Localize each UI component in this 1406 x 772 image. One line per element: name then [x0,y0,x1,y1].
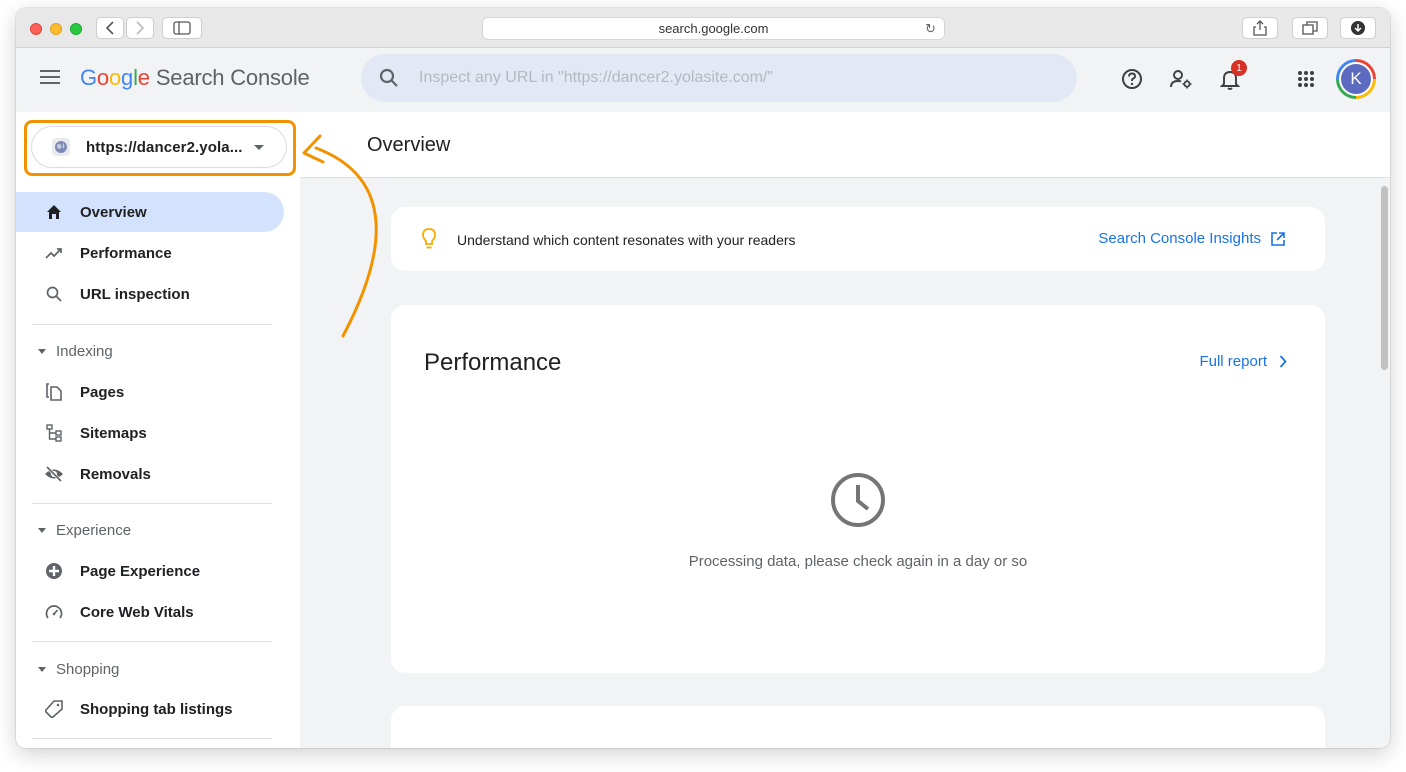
chevron-left-icon [105,21,114,35]
globe-icon [52,138,70,156]
sidebar-item-overview[interactable]: Overview [16,192,284,232]
collapse-caret-icon [38,348,46,354]
performance-card-title: Performance [424,349,562,376]
next-card [391,706,1325,748]
section-indexing[interactable]: Indexing [16,339,113,363]
full-report-link[interactable]: Full report [1199,353,1287,370]
tag-icon [44,699,64,719]
sidebar-divider [32,324,272,325]
sidebar-item-removals[interactable]: Removals [16,454,284,494]
apps-grid-icon [1298,71,1314,87]
chevron-right-icon [1279,355,1287,368]
manage-accounts-icon [1170,70,1192,89]
sidebar-item-sitemaps[interactable]: Sitemaps [16,413,284,453]
gauge-icon [44,602,64,622]
reload-icon[interactable]: ↻ [925,21,936,37]
browser-window: search.google.com ↻ Google Search Console [16,8,1390,748]
sidebar-divider [32,503,272,504]
account-button[interactable]: K [1336,59,1376,99]
property-selector[interactable]: https://dancer2.yola... [31,126,287,168]
trending-up-icon [44,243,64,263]
url-inspection-search[interactable] [361,54,1077,102]
sidebar-item-core-web-vitals[interactable]: Core Web Vitals [16,592,284,632]
sidebar-item-shopping-tab-listings[interactable]: Shopping tab listings [16,689,284,729]
search-icon [44,284,64,304]
forward-button[interactable] [126,17,154,39]
eye-off-icon [44,464,64,484]
lightbulb-icon [422,228,436,249]
clock-icon [831,473,885,527]
product-name: Search Console [155,65,310,90]
google-apps-button[interactable] [1293,66,1319,92]
sidebar: https://dancer2.yola... Overview Perform… [16,112,300,748]
collapse-caret-icon [38,527,46,533]
property-url: https://dancer2.yola... [86,138,243,156]
dropdown-caret-icon [254,145,264,150]
download-icon [1351,21,1365,35]
address-bar[interactable]: search.google.com ↻ [482,17,945,40]
main-content: Overview Understand which content resona… [300,112,1390,748]
search-icon [379,68,398,87]
address-bar-url: search.google.com [658,21,769,36]
tabs-overview-button[interactable] [1292,17,1328,39]
search-console-insights-link[interactable]: Search Console Insights [1098,230,1285,247]
page-title-bar: Overview [300,112,1390,178]
section-experience[interactable]: Experience [16,518,131,542]
pages-icon [44,382,64,402]
share-button[interactable] [1242,17,1278,39]
scrollbar[interactable] [1381,186,1388,370]
menu-icon[interactable] [40,70,60,88]
tabs-icon [1302,21,1318,35]
downloads-button[interactable] [1340,17,1376,39]
collapse-caret-icon [38,666,46,672]
insight-message: Understand which content resonates with … [457,232,796,248]
avatar: K [1339,62,1373,96]
sidebar-divider [32,738,272,739]
search-input[interactable] [419,66,1039,90]
notifications-button[interactable]: 1 [1217,60,1247,92]
plus-circle-icon [44,561,64,581]
sidebar-item-page-experience[interactable]: Page Experience [16,551,284,591]
app-header: GoogleSearch Console 1 K [16,48,1390,112]
notification-badge: 1 [1231,60,1247,76]
zoom-window-button[interactable] [70,23,82,35]
sidebar-item-url-inspection[interactable]: URL inspection [16,274,284,314]
section-shopping[interactable]: Shopping [16,657,119,681]
home-icon [44,202,64,222]
sidebar-divider [32,641,272,642]
sidebar-item-pages[interactable]: Pages [16,372,284,412]
browser-toolbar: search.google.com ↻ [16,8,1390,48]
sidebar-icon [173,21,191,35]
insights-banner: Understand which content resonates with … [391,207,1325,271]
share-icon [1253,20,1267,36]
chevron-right-icon [136,21,145,35]
performance-card: Performance Full report Processing data,… [391,305,1325,673]
close-window-button[interactable] [30,23,42,35]
page-title: Overview [367,134,451,156]
processing-status: Processing data, please check again in a… [688,553,1028,570]
sidebar-toggle-button[interactable] [162,17,202,39]
sidebar-item-performance[interactable]: Performance [16,233,284,273]
users-settings-button[interactable] [1168,66,1194,92]
google-search-console-logo[interactable]: Google Search Console [80,65,310,91]
sitemap-icon [44,423,64,443]
help-icon [1122,69,1142,89]
open-in-new-icon [1271,231,1285,246]
back-button[interactable] [96,17,124,39]
help-button[interactable] [1119,66,1145,92]
minimize-window-button[interactable] [50,23,62,35]
